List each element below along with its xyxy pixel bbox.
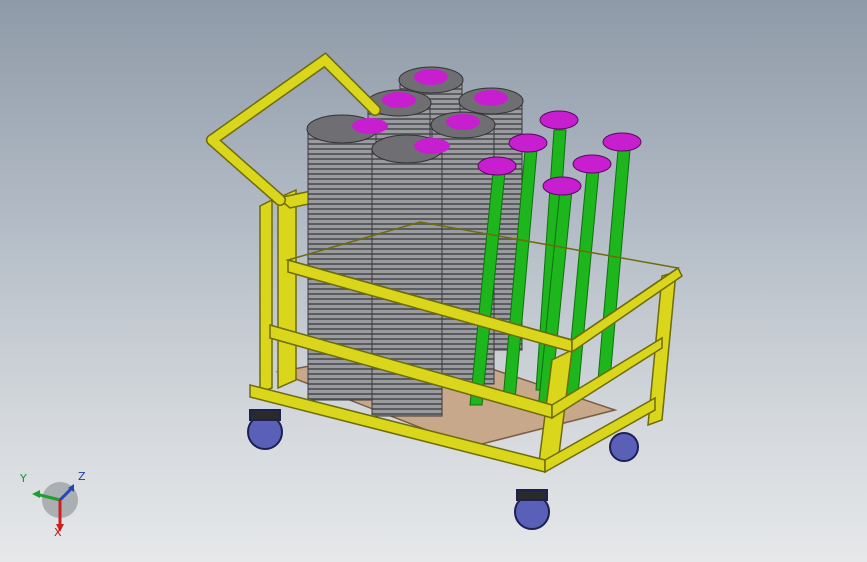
axis-triad: Y Z X <box>14 466 94 546</box>
x-axis-label: X <box>54 526 62 539</box>
z-axis-label: Z <box>78 470 86 483</box>
y-axis-label: Y <box>20 472 27 485</box>
graphics-viewport[interactable]: Y Z X <box>0 0 867 562</box>
cart-assembly-model[interactable] <box>0 0 867 562</box>
